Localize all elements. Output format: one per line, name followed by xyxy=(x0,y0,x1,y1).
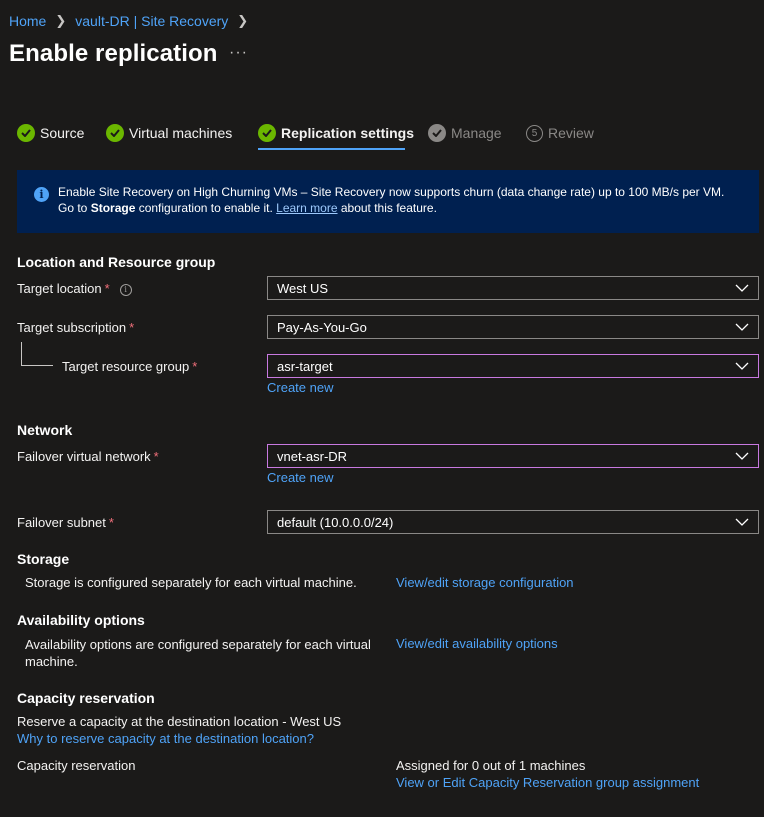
chevron-down-icon xyxy=(735,284,749,292)
chevron-down-icon xyxy=(735,452,749,460)
storage-heading: Storage xyxy=(17,551,70,567)
learn-more-link[interactable]: Learn more xyxy=(276,201,337,215)
page-title: Enable replication xyxy=(9,40,218,67)
chevron-down-icon xyxy=(735,362,749,370)
chevron-down-icon xyxy=(735,323,749,331)
dropdown-value: West US xyxy=(277,280,329,296)
storage-description: Storage is configured separately for eac… xyxy=(25,575,357,590)
storage-configuration-link[interactable]: View/edit storage configuration xyxy=(396,575,574,590)
create-new-resource-group-link[interactable]: Create new xyxy=(267,380,333,395)
tab-replication-settings[interactable]: Replication settings xyxy=(258,122,414,144)
chevron-right-icon: ❯ xyxy=(237,13,249,28)
tree-connector xyxy=(21,342,22,365)
target-resource-group-label: Target resource group * xyxy=(62,359,198,374)
why-reserve-capacity-link[interactable]: Why to reserve capacity at the destinati… xyxy=(17,731,314,746)
info-icon[interactable]: i xyxy=(119,283,132,296)
tab-label: Review xyxy=(548,125,594,141)
checkmark-icon xyxy=(428,124,446,142)
chevron-down-icon xyxy=(735,518,749,526)
failover-vnet-dropdown[interactable]: vnet-asr-DR xyxy=(267,444,759,468)
edit-capacity-reservation-link[interactable]: View or Edit Capacity Reservation group … xyxy=(396,775,699,790)
tab-label: Replication settings xyxy=(281,125,415,141)
checkmark-icon xyxy=(258,124,276,142)
breadcrumb-home[interactable]: Home xyxy=(9,13,46,29)
checkmark-icon xyxy=(17,124,35,142)
capacity-reservation-label: Capacity reservation xyxy=(17,758,136,773)
availability-heading: Availability options xyxy=(17,612,145,628)
network-heading: Network xyxy=(17,422,73,438)
failover-subnet-dropdown[interactable]: default (10.0.0.0/24) xyxy=(267,510,759,534)
tab-virtual-machines[interactable]: Virtual machines xyxy=(106,122,232,144)
create-new-vnet-link[interactable]: Create new xyxy=(267,470,333,485)
banner-bold: Storage xyxy=(90,201,136,215)
capacity-heading: Capacity reservation xyxy=(17,690,155,706)
availability-description: Availability options are configured sepa… xyxy=(25,637,371,669)
target-resource-group-dropdown[interactable]: asr-target xyxy=(267,354,759,378)
tab-label: Source xyxy=(40,125,85,141)
breadcrumb: Home ❯ vault-DR | Site Recovery ❯ xyxy=(9,12,257,30)
chevron-right-icon: ❯ xyxy=(55,13,67,28)
availability-options-link[interactable]: View/edit availability options xyxy=(396,636,558,651)
info-banner: i Enable Site Recovery on High Churning … xyxy=(17,170,759,233)
dropdown-value: Pay-As-You-Go xyxy=(277,319,367,335)
tab-source[interactable]: Source xyxy=(17,122,84,144)
dropdown-value: asr-target xyxy=(277,358,333,374)
tab-manage: Manage xyxy=(428,122,502,144)
info-icon: i xyxy=(34,187,49,202)
dropdown-value: default (10.0.0.0/24) xyxy=(277,514,394,530)
banner-text: about this feature. xyxy=(337,201,437,215)
capacity-assigned-status: Assigned for 0 out of 1 machines xyxy=(396,758,586,773)
more-options-button[interactable]: ··· xyxy=(229,44,248,62)
active-tab-indicator xyxy=(258,148,405,150)
failover-subnet-label: Failover subnet * xyxy=(17,515,114,530)
failover-vnet-label: Failover virtual network * xyxy=(17,449,159,464)
tab-label: Manage xyxy=(451,125,502,141)
target-subscription-dropdown[interactable]: Pay-As-You-Go xyxy=(267,315,759,339)
target-location-dropdown[interactable]: West US xyxy=(267,276,759,300)
dropdown-value: vnet-asr-DR xyxy=(277,448,348,464)
banner-text: configuration to enable it. xyxy=(135,201,277,215)
tree-connector xyxy=(21,365,53,366)
capacity-description: Reserve a capacity at the destination lo… xyxy=(17,714,342,729)
checkmark-icon xyxy=(106,124,124,142)
target-location-label: Target location * i xyxy=(17,281,132,296)
breadcrumb-vault[interactable]: vault-DR | Site Recovery xyxy=(75,13,228,29)
step-number-icon: 5 xyxy=(526,124,543,142)
target-subscription-label: Target subscription * xyxy=(17,320,135,335)
tab-label: Virtual machines xyxy=(129,125,233,141)
location-heading: Location and Resource group xyxy=(17,254,216,270)
tab-review: 5 Review xyxy=(526,122,594,144)
